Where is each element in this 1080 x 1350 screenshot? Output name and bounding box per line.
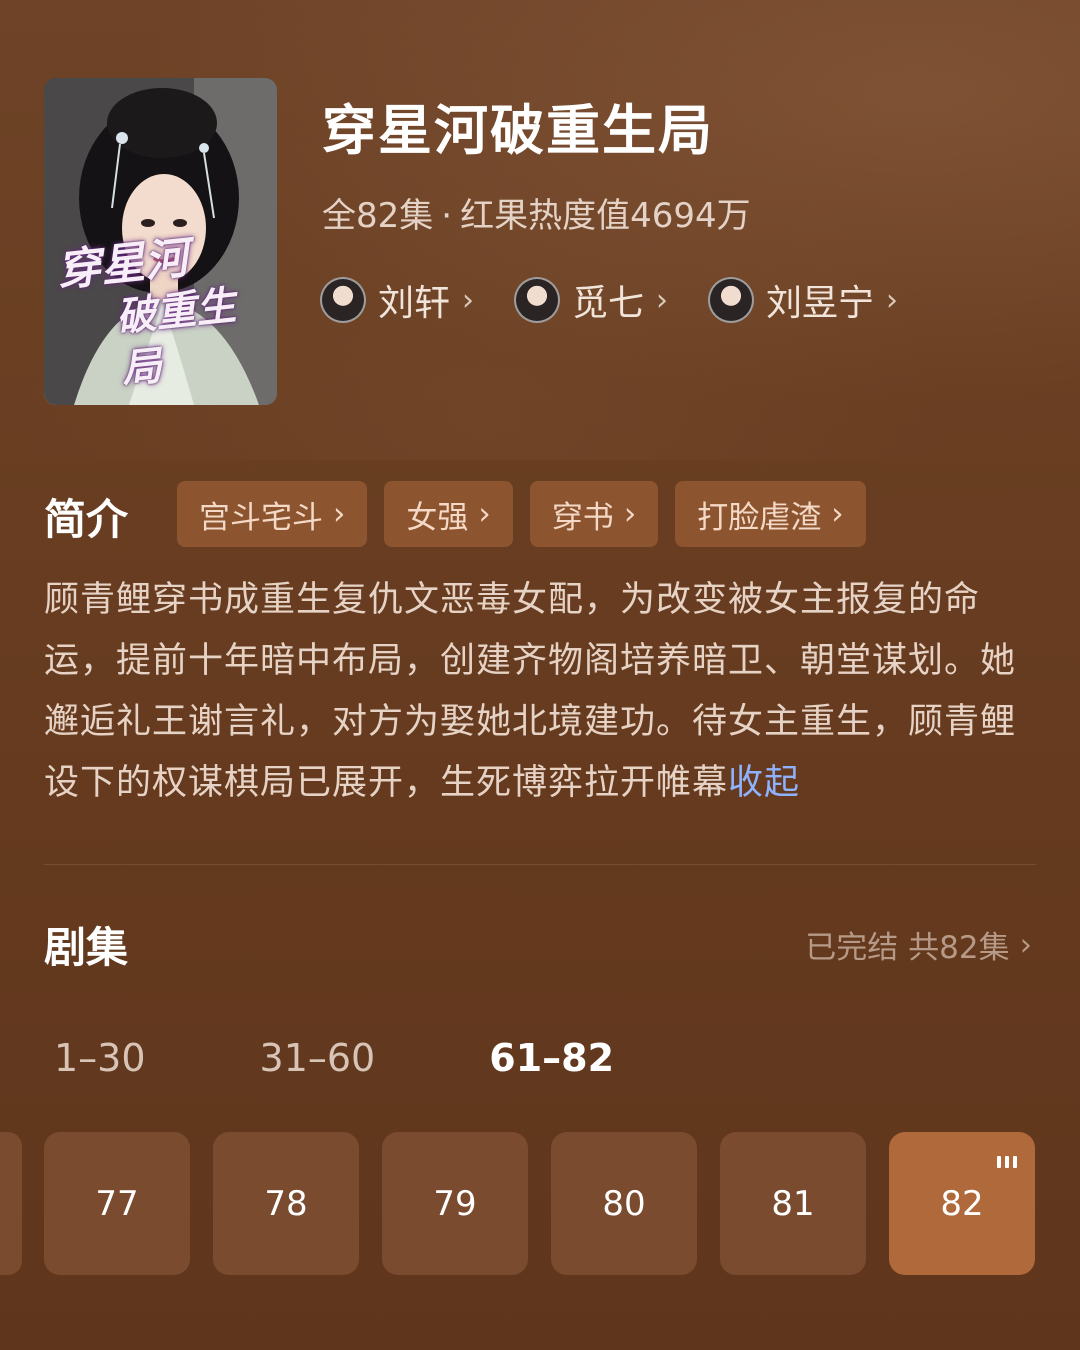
genre-tag[interactable]: 穿书 › bbox=[529, 481, 659, 547]
tag-label: 穿书 bbox=[551, 499, 614, 536]
synopsis-text: 顾青鲤穿书成重生复仇文恶毒女配，为改变被女主报复的命运，提前十年暗中布局，创建齐… bbox=[44, 580, 1017, 803]
cast-name: 刘昱宁 bbox=[766, 283, 875, 324]
episodes-status[interactable]: 已完结 共82集 › bbox=[805, 922, 1032, 967]
playing-bars-icon bbox=[997, 1156, 1017, 1168]
episode-range-tabs: 1–30 31–60 61–82 bbox=[54, 1036, 728, 1080]
chevron-right-icon: › bbox=[656, 282, 669, 318]
avatar bbox=[708, 277, 755, 323]
show-meta: 全82集 · 红果热度值4694万 bbox=[322, 188, 751, 237]
cast-name: 刘轩 bbox=[378, 283, 451, 324]
show-title: 穿星河破重生局 bbox=[322, 99, 714, 162]
episode-button[interactable]: 78 bbox=[213, 1132, 359, 1275]
episodes-status-text: 已完结 共82集 bbox=[805, 930, 1010, 966]
tag-label: 宫斗宅斗 bbox=[199, 499, 323, 536]
cast-item[interactable]: 觅七 › bbox=[514, 274, 668, 326]
episode-button[interactable]: 81 bbox=[720, 1132, 866, 1275]
chevron-right-icon: › bbox=[831, 496, 844, 532]
cast-list: 刘轩 › 觅七 › 刘昱宁 › bbox=[320, 274, 898, 326]
poster-image[interactable]: 穿星河 破重生局 bbox=[44, 78, 277, 405]
episode-button[interactable]: 79 bbox=[382, 1132, 528, 1275]
episode-list: 77 78 79 80 81 82 bbox=[44, 1132, 1035, 1275]
range-tab[interactable]: 31–60 bbox=[260, 1036, 376, 1080]
genre-tag[interactable]: 女强 › bbox=[384, 481, 513, 547]
cast-name: 觅七 bbox=[572, 283, 645, 324]
chevron-right-icon: › bbox=[623, 496, 637, 532]
meta-separator: · bbox=[441, 196, 453, 236]
tag-label: 打脸虐渣 bbox=[697, 499, 822, 536]
chevron-right-icon: › bbox=[478, 496, 491, 532]
collapse-link[interactable]: 收起 bbox=[728, 763, 800, 803]
divider bbox=[44, 864, 1036, 865]
tag-list: 宫斗宅斗 › 女强 › 穿书 › 打脸虐渣 › bbox=[177, 481, 866, 547]
episode-button-current[interactable]: 82 bbox=[889, 1132, 1035, 1275]
tag-label: 女强 bbox=[406, 499, 469, 536]
heat-value: 红果热度值4694万 bbox=[460, 196, 751, 236]
avatar bbox=[514, 277, 561, 323]
poster-title-art: 穿星河 破重生局 bbox=[54, 232, 239, 393]
intro-heading: 简介 bbox=[44, 495, 129, 544]
episode-button[interactable]: 77 bbox=[44, 1132, 190, 1275]
cast-item[interactable]: 刘轩 › bbox=[320, 274, 474, 326]
genre-tag[interactable]: 打脸虐渣 › bbox=[675, 481, 866, 547]
chevron-right-icon: › bbox=[886, 282, 899, 318]
episode-number: 82 bbox=[940, 1183, 984, 1224]
chevron-right-icon: › bbox=[1019, 926, 1032, 963]
avatar bbox=[320, 277, 366, 323]
episodes-heading: 剧集 bbox=[44, 923, 129, 972]
episode-count: 全82集 bbox=[322, 196, 434, 236]
episode-button-partial[interactable] bbox=[0, 1132, 22, 1275]
synopsis: 顾青鲤穿书成重生复仇文恶毒女配，为改变被女主报复的命运，提前十年暗中布局，创建齐… bbox=[44, 570, 1036, 814]
chevron-right-icon: › bbox=[333, 496, 346, 532]
chevron-right-icon: › bbox=[462, 282, 475, 318]
range-tab[interactable]: 1–30 bbox=[54, 1036, 146, 1080]
episode-button[interactable]: 80 bbox=[551, 1132, 697, 1275]
genre-tag[interactable]: 宫斗宅斗 › bbox=[177, 481, 368, 547]
range-tab-active[interactable]: 61–82 bbox=[489, 1036, 614, 1080]
cast-item[interactable]: 刘昱宁 › bbox=[708, 274, 898, 326]
